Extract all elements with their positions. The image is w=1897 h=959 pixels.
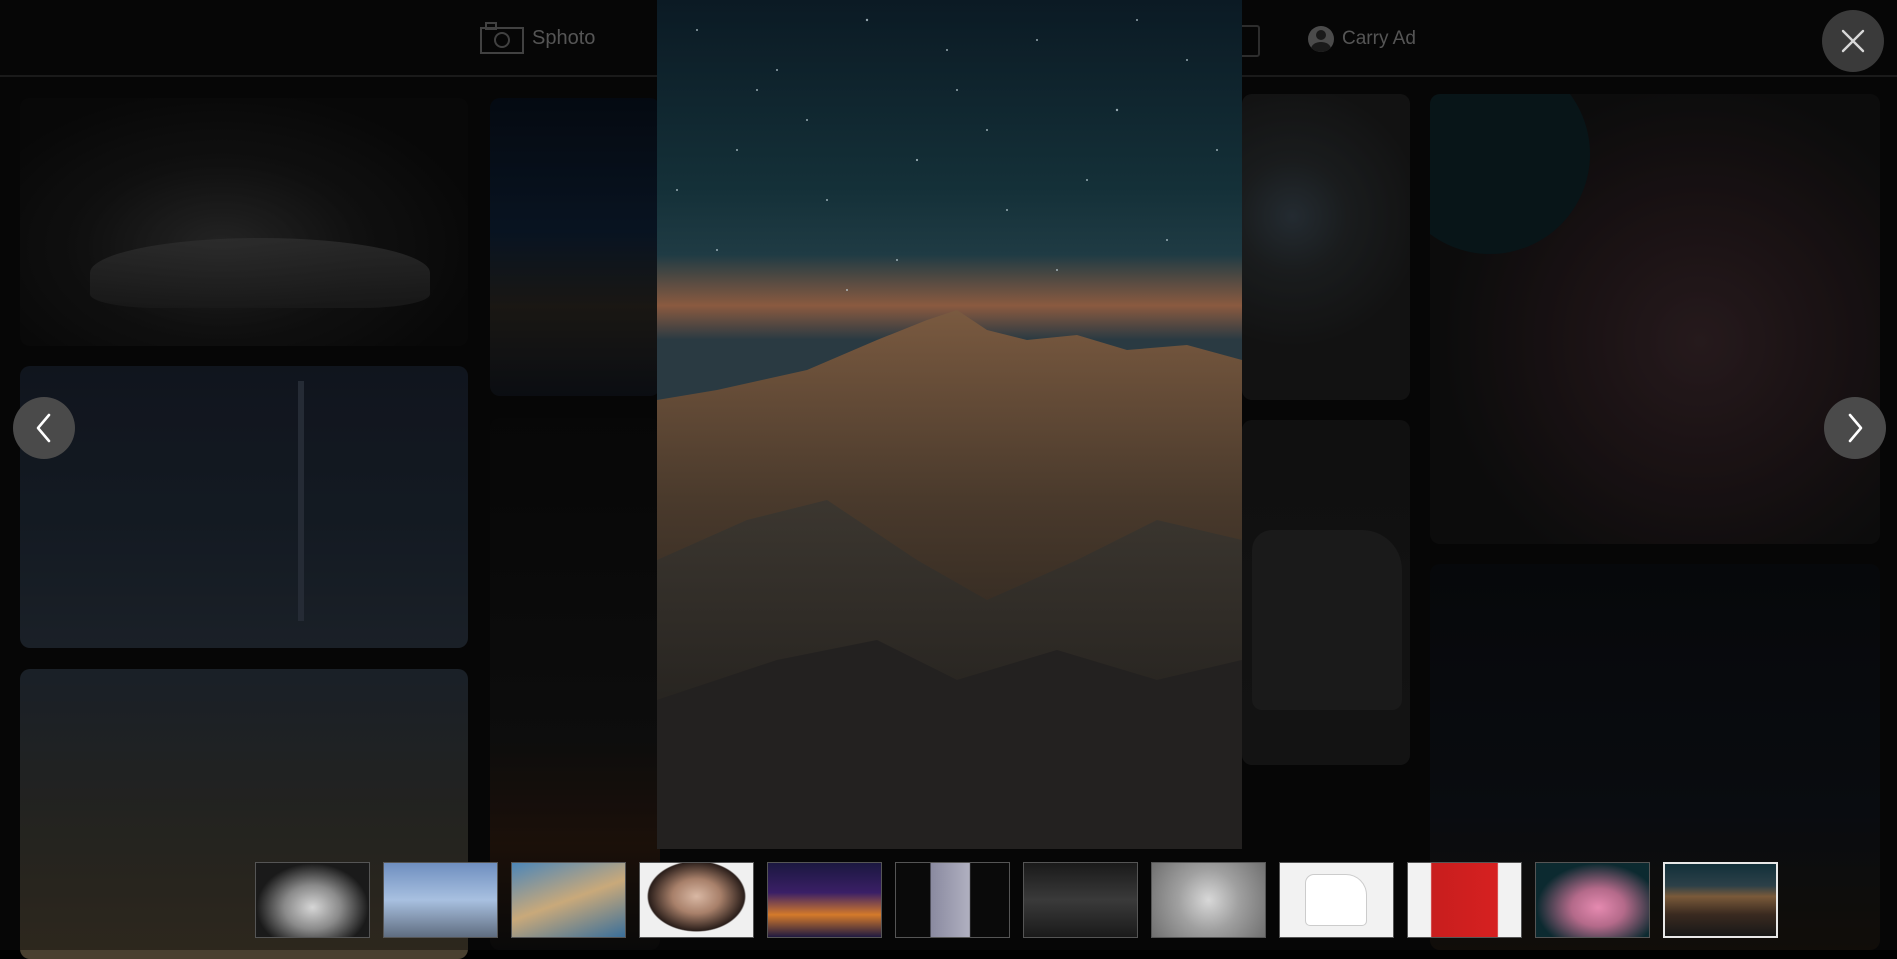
close-button[interactable] — [1822, 10, 1884, 72]
chevron-right-icon — [1848, 413, 1863, 443]
lightbox-main-photo — [657, 0, 1242, 849]
thumbnail-man-red-suit[interactable] — [1407, 862, 1522, 938]
thumbnail-dubai-skyline[interactable] — [383, 862, 498, 938]
thumbnail-strip — [255, 862, 1778, 938]
thumbnail-woman-portrait[interactable] — [639, 862, 754, 938]
thumbnail-crowd-concert[interactable] — [895, 862, 1010, 938]
thumbnail-city-night[interactable] — [767, 862, 882, 938]
thumbnail-sports-car[interactable] — [255, 862, 370, 938]
close-icon — [1841, 29, 1865, 53]
previous-photo-button[interactable] — [13, 397, 75, 459]
thumbnail-cat[interactable] — [1151, 862, 1266, 938]
next-photo-button[interactable] — [1824, 397, 1886, 459]
thumbnail-new-york-aerial[interactable] — [511, 862, 626, 938]
thumbnail-mountain-night-selected[interactable] — [1663, 862, 1778, 938]
chevron-left-icon — [36, 413, 51, 443]
thumbnail-sneaker[interactable] — [1279, 862, 1394, 938]
thumbnail-woman-pink[interactable] — [1535, 862, 1650, 938]
mountain-photo — [657, 0, 1242, 849]
thumbnail-stock-chart[interactable] — [1023, 862, 1138, 938]
